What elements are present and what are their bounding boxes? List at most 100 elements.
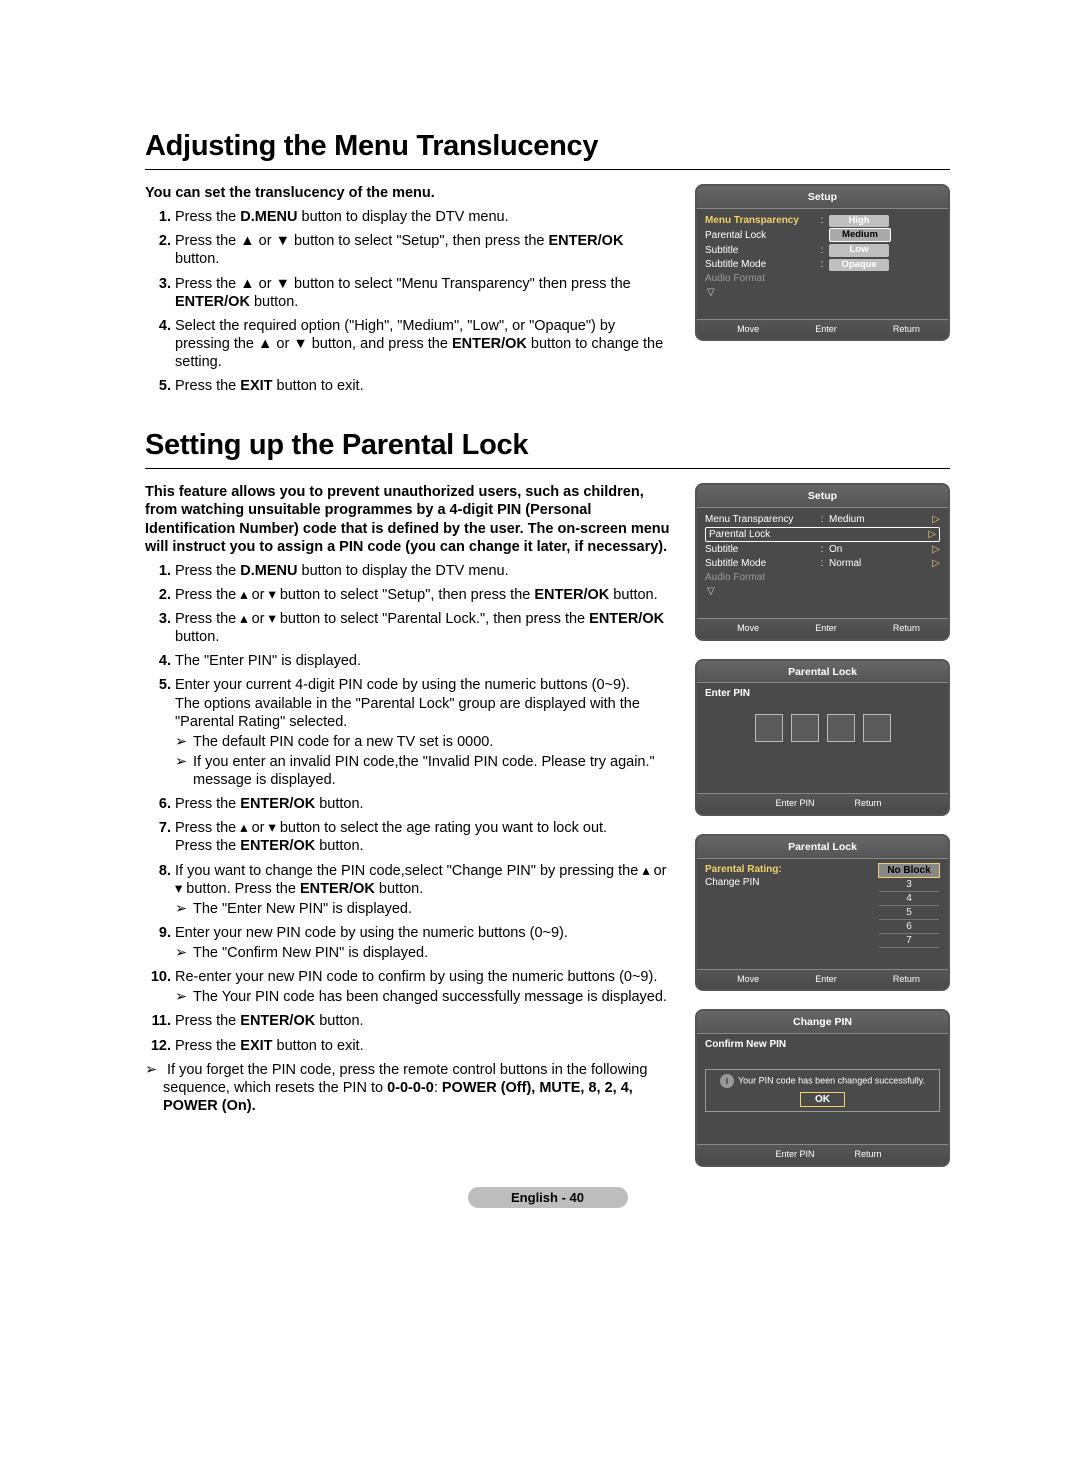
opt-high: High [829, 215, 889, 227]
info-icon: i [720, 1074, 734, 1088]
change-pin-label: Change PIN [705, 876, 872, 889]
substep: The "Confirm New PIN" is displayed. [175, 944, 671, 962]
step-12: Press the EXIT button to exit. [175, 1037, 671, 1055]
opt-low: Low [829, 244, 889, 256]
pin-digit-box [863, 714, 891, 742]
osd-parental-rating: Parental Lock Parental Rating: Change PI… [695, 834, 950, 991]
osd-setup-transparency: Setup Menu Transparency: High Parental L… [695, 184, 950, 341]
hint-return: Return [843, 798, 882, 810]
osd-row-subtitle: Subtitle : On ▷ [705, 543, 940, 556]
step-3: Press the ▲ or ▼ button to select "Menu … [175, 275, 671, 311]
intro-text: You can set the translucency of the menu… [145, 184, 671, 202]
step-11: Press the ENTER/OK button. [175, 1012, 671, 1030]
osd-column: Setup Menu Transparency : Medium ▷ Paren… [695, 483, 950, 1166]
step-4: The "Enter PIN" is displayed. [175, 652, 671, 670]
osd-footer: Move Enter Return [697, 319, 948, 340]
heading-translucency: Adjusting the Menu Translucency [145, 130, 950, 163]
osd-body: Menu Transparency : Medium ▷ Parental Lo… [697, 508, 948, 618]
pin-digit-box [791, 714, 819, 742]
osd-column: Setup Menu Transparency: High Parental L… [695, 184, 950, 341]
text-column: You can set the translucency of the menu… [145, 184, 671, 401]
success-message-box: iYour PIN code has been changed successf… [705, 1069, 940, 1112]
forget-pin-note: If you forget the PIN code, press the re… [145, 1061, 671, 1115]
osd-row-subtitle-mode: Subtitle Mode : Normal ▷ [705, 557, 940, 570]
rating-6: 6 [879, 920, 939, 934]
hint-enter: Enter [803, 623, 837, 635]
chevron-right-icon: ▷ [932, 557, 940, 570]
hint-return: Return [881, 974, 920, 986]
hint-enter-pin: Enter PIN [763, 798, 814, 810]
osd-footer: Move Enter Return [697, 969, 948, 990]
osd-body: Confirm New PIN iYour PIN code has been … [697, 1034, 948, 1144]
substep: If you enter an invalid PIN code,the "In… [175, 753, 671, 789]
enter-pin-label: Enter PIN [705, 687, 940, 700]
more-indicator-icon: ▽ [707, 286, 940, 299]
rating-3: 3 [879, 878, 939, 892]
rating-5: 5 [879, 906, 939, 920]
steps-list: Press the D.MENU button to display the D… [145, 562, 671, 1055]
osd-body: Parental Rating: Change PIN No Block 3 4… [697, 859, 948, 969]
osd-body: Enter PIN [697, 683, 948, 793]
hint-move: Move [725, 623, 759, 635]
osd-row-audio-format: Audio Format [705, 571, 940, 584]
step-4: Select the required option ("High", "Med… [175, 317, 671, 371]
intro-text: This feature allows you to prevent unaut… [145, 483, 671, 556]
osd-footer: Enter PIN Return [697, 1144, 948, 1165]
step-3: Press the ▴ or ▾ button to select "Paren… [175, 610, 671, 646]
osd-title: Parental Lock [697, 661, 948, 684]
pin-entry-boxes [705, 714, 940, 742]
step-5: Press the EXIT button to exit. [175, 377, 671, 395]
osd-row-subtitle-mode: Subtitle Mode: Opaque [705, 258, 940, 271]
step-5: Enter your current 4-digit PIN code by u… [175, 676, 671, 789]
hint-return: Return [881, 623, 920, 635]
osd-row-parental-lock: Parental Lock ▷ [705, 527, 940, 542]
pin-digit-box [827, 714, 855, 742]
hint-enter-pin: Enter PIN [763, 1149, 814, 1161]
hint-enter: Enter [803, 974, 837, 986]
osd-enter-pin: Parental Lock Enter PIN Enter PIN Return [695, 659, 950, 816]
rating-options: No Block 3 4 5 6 7 [878, 863, 940, 961]
section-translucency: You can set the translucency of the menu… [145, 184, 950, 401]
step-2: Press the ▴ or ▾ button to select "Setup… [175, 586, 671, 604]
hint-return: Return [881, 324, 920, 336]
opt-medium: Medium [829, 228, 891, 242]
text-column: This feature allows you to prevent unaut… [145, 483, 671, 1115]
heading-parental-lock: Setting up the Parental Lock [145, 429, 950, 462]
osd-title: Setup [697, 186, 948, 209]
confirm-new-pin-label: Confirm New PIN [705, 1038, 940, 1051]
osd-row-parental-lock: Parental Lock Medium [705, 228, 940, 242]
pin-digit-box [755, 714, 783, 742]
opt-opaque: Opaque [829, 259, 889, 271]
steps-list: Press the D.MENU button to display the D… [145, 208, 671, 395]
osd-row-menu-transparency: Menu Transparency: High [705, 214, 940, 227]
page-footer: English - 40 [468, 1187, 628, 1208]
rating-no-block: No Block [878, 863, 940, 878]
osd-body: Menu Transparency: High Parental Lock Me… [697, 209, 948, 319]
parental-rating-label: Parental Rating: [705, 863, 872, 876]
step-1: Press the D.MENU button to display the D… [175, 562, 671, 580]
substep: The Your PIN code has been changed succe… [175, 988, 671, 1006]
step-9: Enter your new PIN code by using the num… [175, 924, 671, 962]
chevron-right-icon: ▷ [932, 543, 940, 556]
chevron-right-icon: ▷ [928, 528, 936, 541]
hint-enter: Enter [803, 324, 837, 336]
more-indicator-icon: ▽ [707, 585, 940, 598]
osd-title: Change PIN [697, 1011, 948, 1034]
hint-move: Move [725, 324, 759, 336]
step-10: Re-enter your new PIN code to confirm by… [175, 968, 671, 1006]
osd-row-audio-format: Audio Format [705, 272, 940, 285]
rating-4: 4 [879, 892, 939, 906]
hint-move: Move [725, 974, 759, 986]
chevron-right-icon: ▷ [932, 513, 940, 526]
osd-footer: Enter PIN Return [697, 793, 948, 814]
osd-setup-parental: Setup Menu Transparency : Medium ▷ Paren… [695, 483, 950, 640]
osd-row-menu-transparency: Menu Transparency : Medium ▷ [705, 513, 940, 526]
step-7: Press the ▴ or ▾ button to select the ag… [175, 819, 671, 855]
section-parental-lock: This feature allows you to prevent unaut… [145, 483, 950, 1166]
hint-return: Return [843, 1149, 882, 1161]
divider [145, 169, 950, 170]
rating-7: 7 [879, 934, 939, 948]
divider [145, 468, 950, 469]
osd-title: Parental Lock [697, 836, 948, 859]
osd-change-pin: Change PIN Confirm New PIN iYour PIN cod… [695, 1009, 950, 1166]
